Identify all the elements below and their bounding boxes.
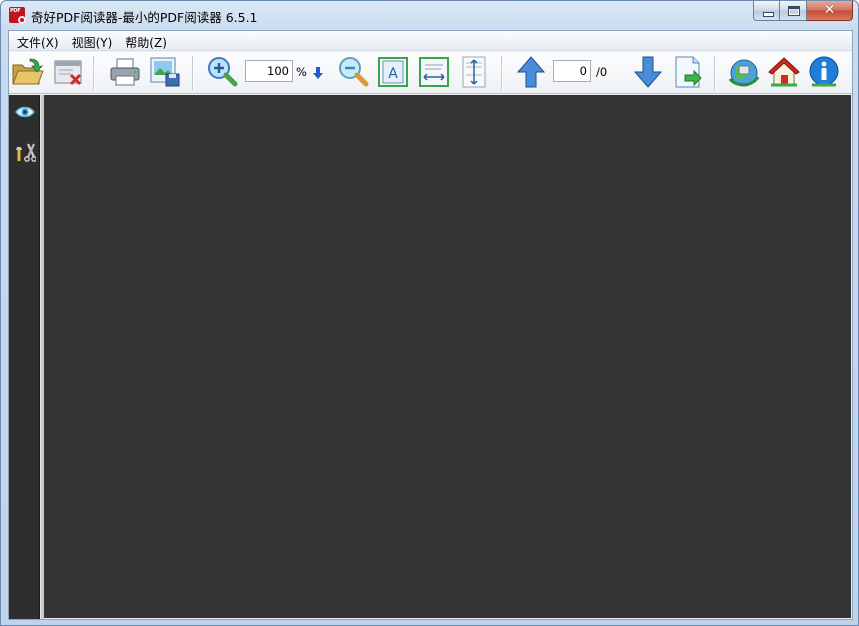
minimize-button[interactable]	[753, 1, 780, 21]
home-icon[interactable]	[767, 55, 801, 89]
zoom-out-icon[interactable]	[336, 55, 370, 89]
toolbar: 100 % A 0 /0	[9, 52, 852, 94]
zoom-in-icon[interactable]	[205, 55, 239, 89]
app-logo-text: PDF	[10, 8, 21, 14]
menu-help[interactable]: 帮助(Z)	[119, 31, 174, 50]
toolbar-separator	[501, 56, 503, 90]
menu-bar: 文件(X) 视图(Y) 帮助(Z)	[9, 31, 852, 51]
fit-actual-size-icon[interactable]: A	[376, 55, 410, 89]
svg-text:A: A	[388, 66, 398, 82]
web-update-icon[interactable]	[727, 55, 761, 89]
app-logo-icon: PDF	[9, 7, 26, 24]
close-window-button[interactable]: ✕	[807, 1, 853, 21]
zoom-dropdown-arrow-icon[interactable]	[312, 66, 324, 80]
toolbar-separator	[93, 56, 95, 90]
tools-icon[interactable]	[14, 141, 36, 163]
toolbar-separator	[714, 56, 716, 90]
zoom-unit-label: %	[296, 65, 307, 79]
side-panel-strip	[9, 95, 40, 619]
page-total-label: /0	[596, 65, 608, 79]
print-icon[interactable]	[108, 55, 142, 89]
open-folder-icon[interactable]	[11, 55, 45, 89]
previous-page-icon[interactable]	[514, 55, 548, 89]
workspace	[9, 95, 852, 619]
page-number-input[interactable]: 0	[553, 60, 591, 82]
title-bar[interactable]: PDF 奇好PDF阅读器-最小的PDF阅读器 6.5.1 ✕	[1, 1, 858, 30]
export-page-icon[interactable]	[671, 55, 705, 89]
app-window: PDF 奇好PDF阅读器-最小的PDF阅读器 6.5.1 ✕ 文件(X) 视图(…	[0, 0, 859, 626]
app-logo-magnifier	[18, 16, 26, 24]
toolbar-separator	[192, 56, 194, 90]
fit-width-icon[interactable]	[417, 55, 451, 89]
fit-height-icon[interactable]	[457, 55, 491, 89]
restore-button[interactable]	[780, 1, 807, 21]
close-document-icon[interactable]	[51, 55, 85, 89]
menu-view[interactable]: 视图(Y)	[66, 31, 120, 50]
about-info-icon[interactable]	[807, 55, 841, 89]
menu-file[interactable]: 文件(X)	[11, 31, 66, 50]
caption-buttons: ✕	[753, 1, 853, 21]
client-area: 文件(X) 视图(Y) 帮助(Z) 100 % A 0 /0	[8, 30, 853, 620]
save-image-icon[interactable]	[148, 55, 182, 89]
next-page-icon[interactable]	[631, 55, 665, 89]
document-viewer-area[interactable]	[44, 95, 851, 618]
window-title: 奇好PDF阅读器-最小的PDF阅读器 6.5.1	[31, 10, 258, 25]
close-icon: ✕	[823, 2, 836, 18]
zoom-percentage-input[interactable]: 100	[245, 60, 293, 82]
eye-view-icon[interactable]	[14, 101, 36, 123]
